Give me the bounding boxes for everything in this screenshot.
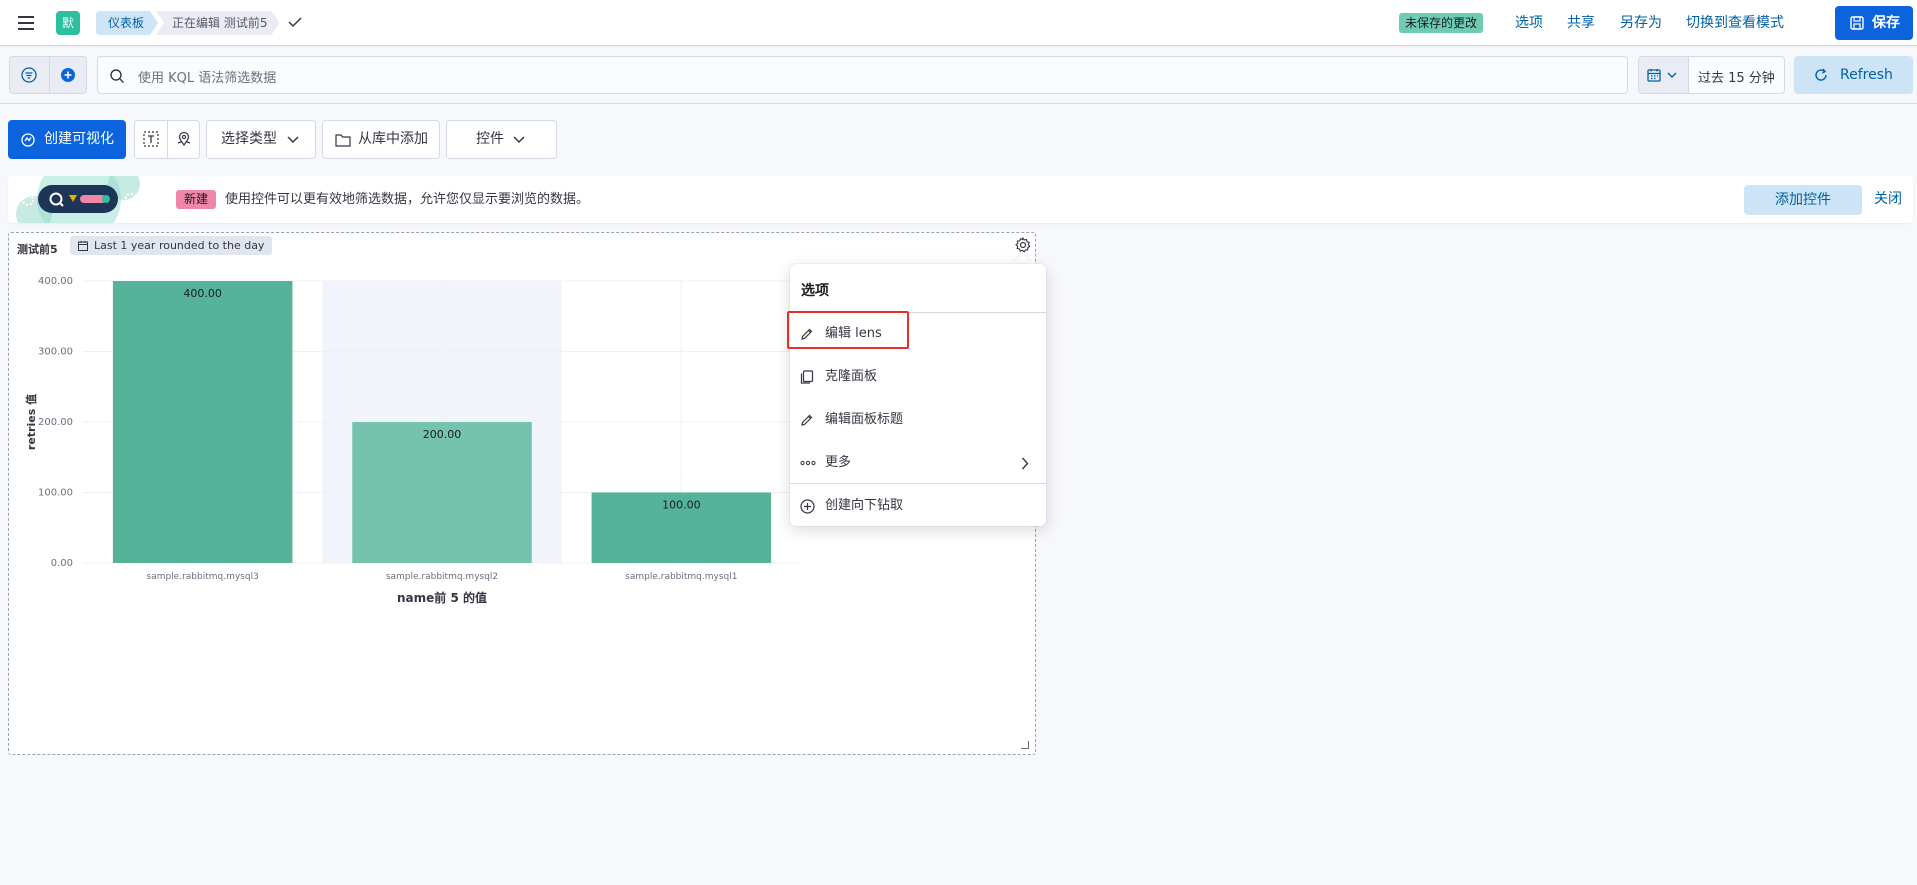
create-drilldown-label: 创建向下钻取 bbox=[825, 498, 904, 513]
kql-search-input[interactable]: 使用 KQL 语法筛选数据 bbox=[97, 56, 1628, 94]
quick-create-group bbox=[134, 120, 200, 159]
refresh-button[interactable]: Refresh bbox=[1794, 56, 1913, 94]
edit-panel-title-menu-item[interactable]: 编辑面板标题 bbox=[790, 404, 1046, 436]
quick-menu-button[interactable] bbox=[1639, 57, 1689, 93]
new-badge: 新建 bbox=[176, 190, 217, 209]
plus-circle-icon bbox=[800, 499, 815, 514]
refresh-label: Refresh bbox=[1840, 67, 1893, 83]
create-visualization-button[interactable]: 创建可视化 bbox=[8, 120, 126, 159]
calendar-icon bbox=[1647, 69, 1661, 82]
clone-panel-label: 克隆面板 bbox=[825, 369, 878, 384]
more-label: 更多 bbox=[825, 455, 852, 470]
clone-panel-menu-item[interactable]: 克隆面板 bbox=[790, 361, 1046, 393]
space-avatar[interactable]: 默 bbox=[56, 11, 80, 35]
chevron-down-icon bbox=[287, 136, 299, 144]
save-label: 保存 bbox=[1872, 15, 1900, 31]
lens-icon bbox=[21, 133, 35, 147]
create-visualization-label: 创建可视化 bbox=[44, 131, 114, 147]
search-icon bbox=[110, 69, 124, 83]
data-label: 100.00 bbox=[662, 499, 701, 512]
save-icon bbox=[1850, 16, 1864, 30]
options-link[interactable]: 选项 bbox=[1515, 13, 1543, 33]
resize-handle[interactable] bbox=[1021, 741, 1029, 749]
controls-label: 控件 bbox=[476, 131, 504, 147]
bar-sample.rabbitmq.mysql3 bbox=[112, 281, 293, 563]
filter-button-group bbox=[9, 56, 87, 94]
controls-illustration-icon bbox=[16, 176, 140, 223]
check-icon[interactable] bbox=[286, 13, 304, 31]
panel-options-menu: 选项 编辑 lens 克隆面板 编辑面板标题 更多 创建向下钻取 bbox=[790, 264, 1046, 526]
ellipsis-icon bbox=[800, 460, 816, 466]
y-tick-label: 0.00 bbox=[51, 558, 73, 569]
text-icon[interactable] bbox=[143, 131, 159, 147]
folder-icon bbox=[335, 134, 351, 147]
data-label: 400.00 bbox=[183, 287, 222, 300]
chevron-right-icon bbox=[1021, 457, 1029, 470]
y-tick-label: 400.00 bbox=[38, 276, 73, 287]
maps-icon[interactable] bbox=[176, 131, 192, 147]
filter-icon[interactable] bbox=[20, 66, 38, 84]
more-menu-item[interactable]: 更多 bbox=[790, 447, 1046, 479]
select-type-button[interactable]: 选择类型 bbox=[206, 120, 316, 159]
y-tick-label: 200.00 bbox=[38, 417, 73, 428]
copy-icon bbox=[800, 370, 814, 384]
controls-callout: 新建 使用控件可以更有效地筛选数据，允许您仅显示要浏览的数据。 添加控件 关闭 bbox=[8, 176, 1913, 223]
x-axis-title: name前 5 的值 bbox=[397, 590, 487, 605]
refresh-icon bbox=[1815, 68, 1827, 81]
x-tick-label: sample.rabbitmq.mysql2 bbox=[386, 572, 498, 582]
menu-title: 选项 bbox=[801, 283, 829, 299]
x-tick-label: sample.rabbitmq.mysql1 bbox=[625, 572, 737, 582]
query-bar: 使用 KQL 语法筛选数据 过去 15 分钟 Refresh bbox=[0, 47, 1917, 104]
data-label: 200.00 bbox=[423, 428, 462, 441]
highlight-annotation bbox=[787, 311, 909, 349]
edit-panel-title-label: 编辑面板标题 bbox=[825, 412, 904, 427]
add-from-library-label: 从库中添加 bbox=[358, 131, 428, 147]
add-control-button[interactable]: 添加控件 bbox=[1744, 185, 1862, 215]
save-button[interactable]: 保存 bbox=[1835, 6, 1913, 40]
bar-sample.rabbitmq.mysql2 bbox=[352, 422, 532, 563]
time-picker[interactable]: 过去 15 分钟 bbox=[1638, 56, 1785, 94]
y-tick-label: 300.00 bbox=[38, 347, 73, 358]
y-tick-label: 100.00 bbox=[38, 488, 73, 499]
dismiss-link[interactable]: 关闭 bbox=[1874, 190, 1902, 209]
switch-to-view-mode-link[interactable]: 切换到查看模式 bbox=[1686, 13, 1784, 33]
save-as-link[interactable]: 另存为 bbox=[1620, 13, 1662, 33]
search-placeholder: 使用 KQL 语法筛选数据 bbox=[138, 71, 277, 86]
controls-button[interactable]: 控件 bbox=[446, 120, 557, 159]
top-header: 默 仪表板 正在编辑 测试前5 未保存的更改 选项 共享 另存为 切换到查看模式… bbox=[0, 0, 1917, 46]
time-range-text: 过去 15 分钟 bbox=[1698, 71, 1775, 86]
add-filter-icon[interactable] bbox=[59, 66, 77, 84]
breadcrumb-current: 正在编辑 测试前5 bbox=[156, 11, 279, 35]
select-type-label: 选择类型 bbox=[221, 131, 277, 147]
share-link[interactable]: 共享 bbox=[1567, 13, 1595, 33]
callout-text: 使用控件可以更有效地筛选数据，允许您仅显示要浏览的数据。 bbox=[225, 192, 590, 207]
breadcrumb-dashboards[interactable]: 仪表板 bbox=[96, 11, 158, 35]
pencil-icon bbox=[801, 414, 813, 426]
unsaved-changes-badge: 未保存的更改 bbox=[1399, 13, 1484, 33]
add-from-library-button[interactable]: 从库中添加 bbox=[322, 120, 440, 159]
menu-icon[interactable] bbox=[16, 13, 38, 33]
create-drilldown-menu-item[interactable]: 创建向下钻取 bbox=[790, 490, 1046, 522]
chevron-down-icon bbox=[1667, 72, 1677, 78]
x-tick-label: sample.rabbitmq.mysql3 bbox=[147, 572, 259, 582]
y-axis-title: retries 值 bbox=[24, 394, 38, 450]
chevron-down-icon bbox=[513, 136, 525, 144]
